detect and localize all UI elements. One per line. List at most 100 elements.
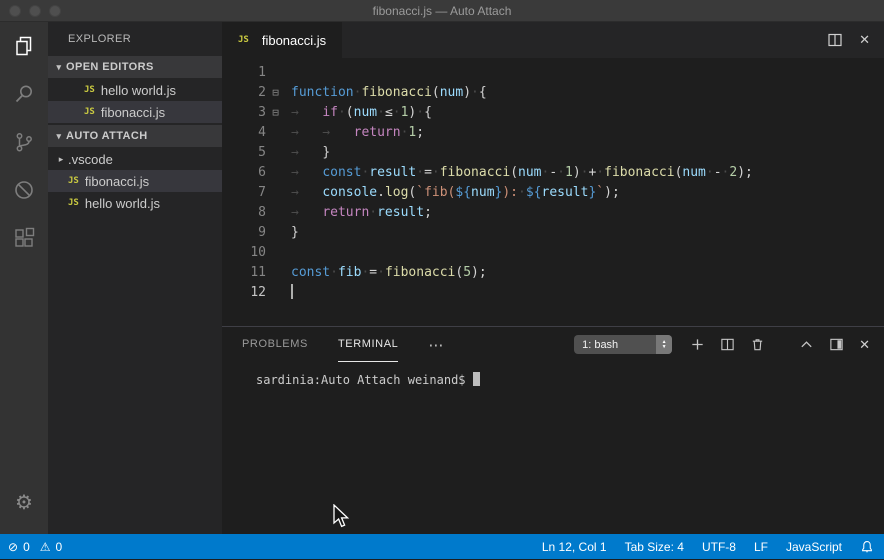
- code-text: → return·result;: [285, 203, 432, 223]
- code-line[interactable]: 6→ const·result·=·fibonacci(num·-·1)·+·f…: [222, 163, 884, 183]
- error-icon: ⊘: [8, 540, 18, 554]
- file-name: hello world.js: [85, 196, 160, 211]
- window-controls: [9, 5, 61, 17]
- file-row[interactable]: JS fibonacci.js: [48, 170, 222, 192]
- shell-select-value: 1: bash: [574, 339, 656, 351]
- fold-gutter: [266, 203, 285, 223]
- indentation[interactable]: Tab Size: 4: [625, 540, 684, 554]
- section-header[interactable]: ▾AUTO ATTACH: [48, 125, 222, 147]
- gear-glyph: ⚙: [15, 490, 33, 515]
- code-line[interactable]: 4→ → return·1;: [222, 123, 884, 143]
- maximize-panel-icon[interactable]: [799, 337, 814, 352]
- code-line[interactable]: 3⊟→ if·(num·≤·1)·{: [222, 103, 884, 123]
- activity-bar: ⚙: [0, 22, 48, 534]
- warning-icon: ⚠: [40, 540, 51, 554]
- panel-tabs: PROBLEMS TERMINAL: [242, 327, 428, 362]
- settings-gear-icon[interactable]: ⚙: [0, 478, 48, 526]
- code-line[interactable]: 10: [222, 243, 884, 263]
- line-number: 5: [222, 143, 266, 163]
- code-line[interactable]: 8→ return·result;: [222, 203, 884, 223]
- status-bar: ⊘ 0 ⚠ 0 Ln 12, Col 1 Tab Size: 4 UTF-8 LF Ja…: [0, 534, 884, 559]
- explorer-icon[interactable]: [0, 22, 48, 70]
- fold-gutter: [266, 63, 285, 83]
- file-row[interactable]: JShello world.js: [48, 79, 222, 101]
- code-line[interactable]: 2⊟function·fibonacci(num)·{: [222, 83, 884, 103]
- terminal-cursor: [473, 372, 480, 386]
- tab-label: fibonacci.js: [262, 33, 326, 48]
- tab-fibonacci[interactable]: JS fibonacci.js: [222, 22, 342, 58]
- js-file-icon: JS: [68, 198, 79, 208]
- new-terminal-icon[interactable]: [690, 337, 705, 352]
- file-name: fibonacci.js: [85, 174, 149, 189]
- js-file-icon: JS: [68, 176, 79, 186]
- fold-icon[interactable]: ⊟: [266, 83, 285, 103]
- chevron-down-icon: ▾: [52, 62, 66, 73]
- code-text: }: [285, 223, 299, 243]
- status-right: Ln 12, Col 1 Tab Size: 4 UTF-8 LF JavaScript: [542, 540, 842, 554]
- js-file-icon: JS: [238, 35, 249, 45]
- text-cursor: [291, 284, 293, 299]
- chevron-down-icon: ▾: [52, 131, 66, 142]
- code-text: → if·(num·≤·1)·{: [285, 103, 432, 123]
- terminal-shell-select[interactable]: 1: bash ▲▼: [574, 335, 672, 354]
- cursor-position[interactable]: Ln 12, Col 1: [542, 540, 607, 554]
- line-number: 7: [222, 183, 266, 203]
- line-number: 10: [222, 243, 266, 263]
- vscode-window: fibonacci.js — Auto Attach ⚙: [0, 0, 884, 560]
- panel-tab-terminal[interactable]: TERMINAL: [338, 327, 398, 362]
- more-actions-icon[interactable]: ⋯: [428, 336, 444, 354]
- file-row[interactable]: JS hello world.js: [48, 192, 222, 214]
- line-number: 9: [222, 223, 266, 243]
- fold-icon[interactable]: ⊟: [266, 103, 285, 123]
- close-editor-icon[interactable]: ✕: [859, 32, 870, 48]
- source-control-icon[interactable]: [0, 118, 48, 166]
- file-row[interactable]: JS fibonacci.js: [48, 101, 222, 123]
- section-label: OPEN EDITORS: [66, 61, 154, 73]
- fold-gutter: [266, 163, 285, 183]
- section-label: AUTO ATTACH: [66, 130, 148, 142]
- panel-tab-problems[interactable]: PROBLEMS: [242, 327, 308, 362]
- section-items: JShello world.js JS fibonacci.js: [48, 79, 222, 123]
- section-header[interactable]: ▾OPEN EDITORS: [48, 56, 222, 78]
- terminal-output[interactable]: sardinia:Auto Attach weinand$: [222, 362, 884, 534]
- code-line[interactable]: 12: [222, 283, 884, 303]
- code-line[interactable]: 1: [222, 63, 884, 83]
- file-name: .vscode: [68, 152, 113, 167]
- language-mode[interactable]: JavaScript: [786, 540, 842, 554]
- close-panel-icon[interactable]: ✕: [859, 337, 870, 353]
- extensions-icon[interactable]: [0, 214, 48, 262]
- fold-gutter: [266, 263, 285, 283]
- line-number: 12: [222, 283, 266, 303]
- error-count: 0: [23, 540, 30, 554]
- split-editor-icon[interactable]: [827, 32, 843, 48]
- code-line[interactable]: 9}: [222, 223, 884, 243]
- minimize-window-button[interactable]: [29, 5, 41, 17]
- sidebar-sections: ▾OPEN EDITORSJShello world.jsJSfibonacci…: [48, 56, 222, 214]
- split-terminal-icon[interactable]: [720, 337, 735, 352]
- code-line[interactable]: 7→ console.log(`fib(${num}):·${result}`)…: [222, 183, 884, 203]
- line-number: 2: [222, 83, 266, 103]
- panel-layout-icon[interactable]: [829, 337, 844, 352]
- debug-disabled-icon[interactable]: [0, 166, 48, 214]
- title-bar[interactable]: fibonacci.js — Auto Attach: [0, 0, 884, 22]
- line-number: 4: [222, 123, 266, 143]
- code-text: [285, 63, 291, 83]
- editor-code[interactable]: 12⊟function·fibonacci(num)·{3⊟→ if·(num·…: [222, 58, 884, 326]
- eol[interactable]: LF: [754, 540, 768, 554]
- code-line[interactable]: 5→ }: [222, 143, 884, 163]
- js-file-icon: JS: [84, 107, 95, 117]
- encoding[interactable]: UTF-8: [702, 540, 736, 554]
- fold-gutter: [266, 243, 285, 263]
- problems-status[interactable]: ⊘ 0 ⚠ 0: [8, 540, 62, 554]
- panel-header: PROBLEMS TERMINAL ⋯ 1: bash ▲▼: [222, 327, 884, 362]
- kill-terminal-icon[interactable]: [750, 337, 765, 352]
- file-name: fibonacci.js: [101, 105, 165, 120]
- folder-row[interactable]: ▸.vscode: [48, 148, 222, 170]
- code-line[interactable]: 11const·fib·=·fibonacci(5);: [222, 263, 884, 283]
- zoom-window-button[interactable]: [49, 5, 61, 17]
- close-window-button[interactable]: [9, 5, 21, 17]
- search-icon[interactable]: [0, 70, 48, 118]
- notifications-bell-icon[interactable]: [860, 540, 874, 554]
- fold-gutter: [266, 183, 285, 203]
- line-number: 11: [222, 263, 266, 283]
